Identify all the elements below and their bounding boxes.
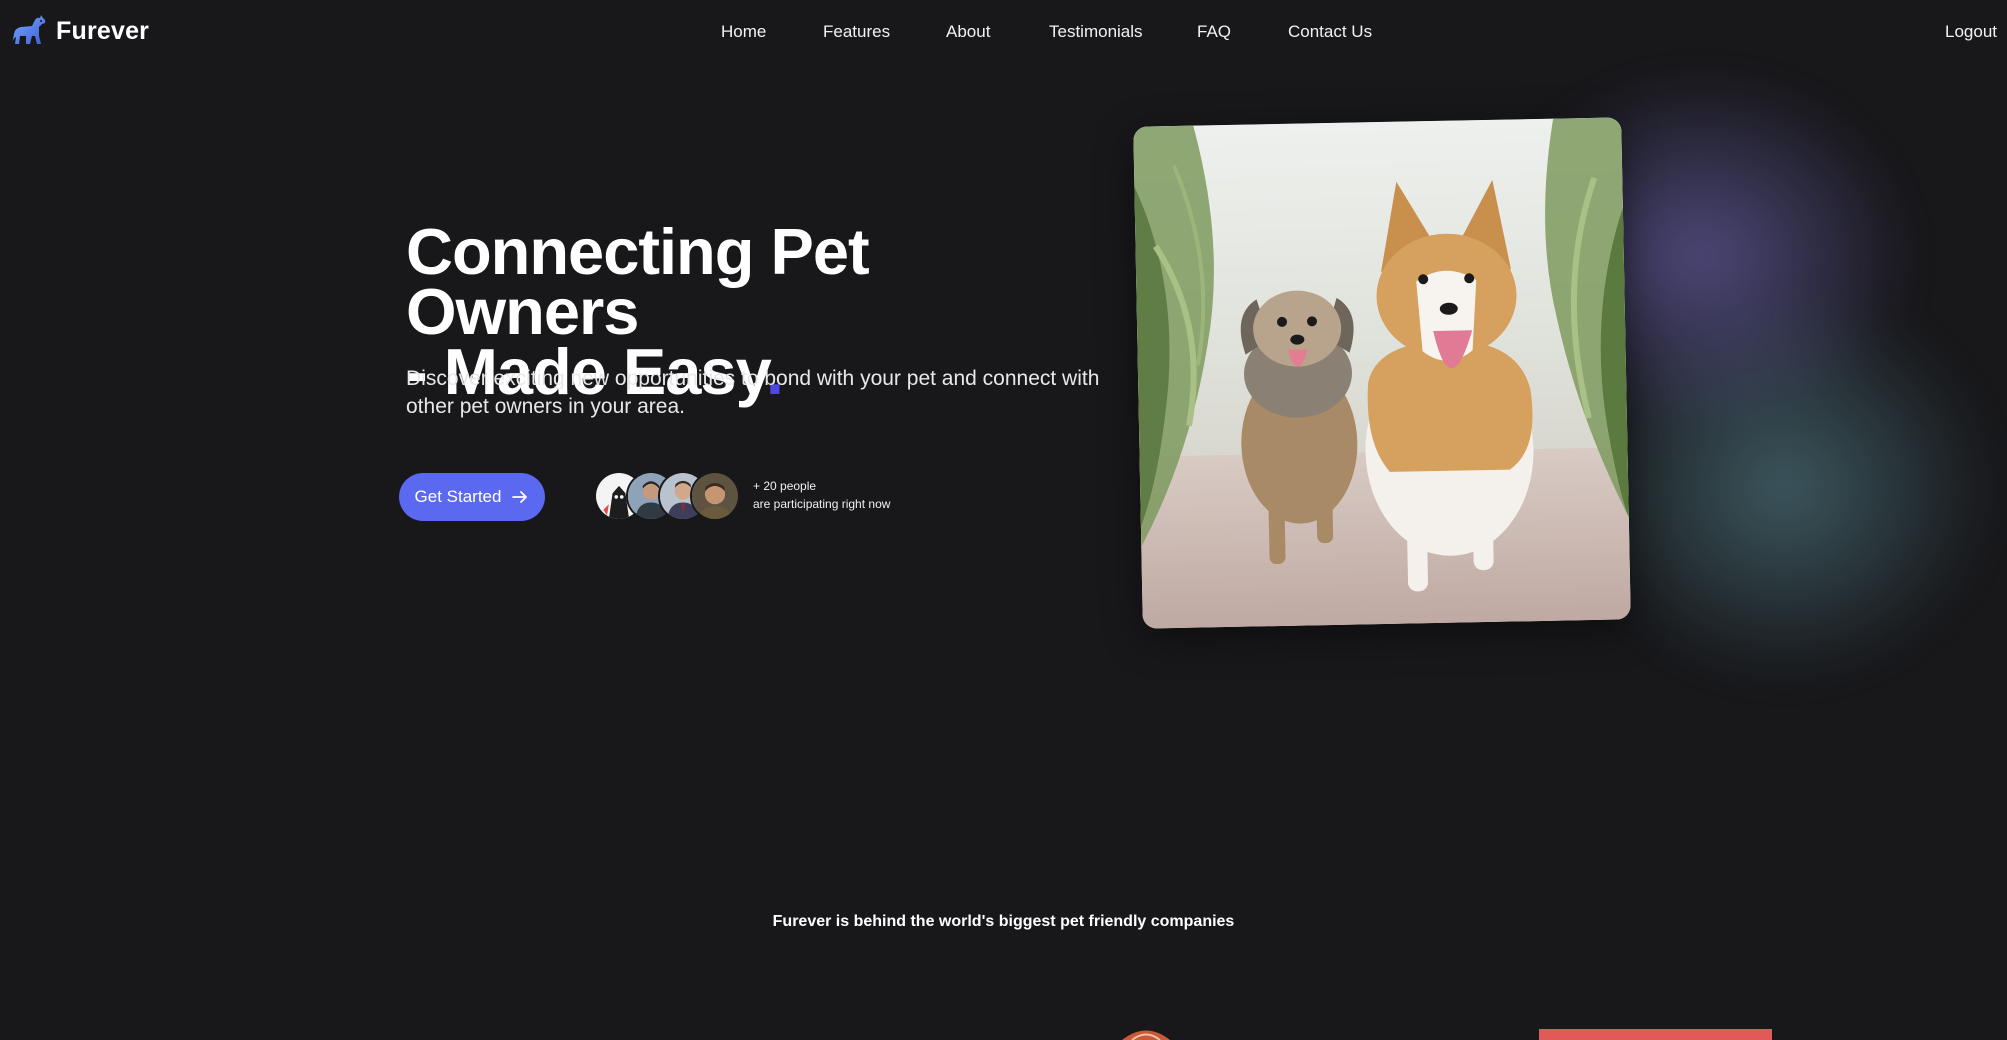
dog-logo-icon xyxy=(12,15,46,44)
brand-name: Furever xyxy=(56,16,150,45)
brand[interactable]: Furever xyxy=(8,14,149,48)
page: Furever Home Features About Testimonials… xyxy=(0,0,2007,1040)
partners-tagline: Furever is behind the world's biggest pe… xyxy=(772,913,1235,930)
arrow-right-icon xyxy=(512,491,528,503)
nav-features[interactable]: Features xyxy=(823,22,890,42)
partner-logo xyxy=(1122,1030,1170,1040)
nav-home[interactable]: Home xyxy=(721,22,766,42)
hero-subtitle: Discover exciting new opportunities to b… xyxy=(406,367,1100,418)
get-started-label: Get Started xyxy=(414,487,502,506)
nav-about[interactable]: About xyxy=(946,22,990,42)
avatar xyxy=(690,471,740,521)
hero-title-line1: Connecting Pet Owners xyxy=(406,215,870,348)
nav-faq[interactable]: FAQ xyxy=(1197,22,1231,42)
participants-count: + 20 people xyxy=(753,479,817,493)
participant-avatars xyxy=(594,471,744,521)
get-started-button[interactable]: Get Started xyxy=(399,473,545,521)
participants-text: + 20 people are participating right now xyxy=(753,477,890,513)
nav-testimonials[interactable]: Testimonials xyxy=(1049,22,1143,42)
logout-link[interactable]: Logout xyxy=(1945,22,1997,42)
participants-caption: are participating right now xyxy=(753,497,891,511)
partner-logo xyxy=(1539,1029,1772,1040)
top-navbar: Furever Home Features About Testimonials… xyxy=(0,0,2007,66)
hero-dogs-photo xyxy=(1133,117,1631,629)
nav-contact-us[interactable]: Contact Us xyxy=(1288,22,1372,42)
